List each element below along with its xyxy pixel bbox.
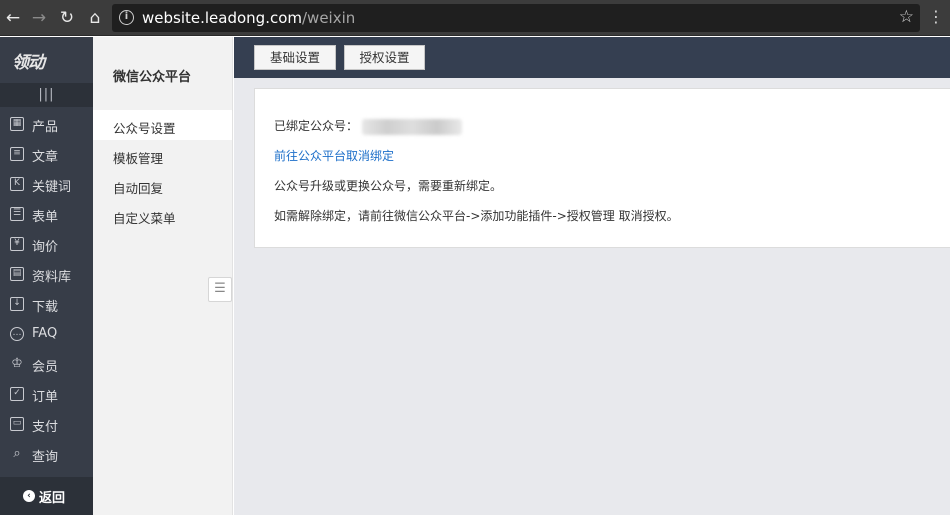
library-icon: ▤ [10,267,24,281]
member-icon: ♔ [11,356,23,371]
fold-panel-icon[interactable]: ☰ [208,277,232,302]
bound-account-row: 已绑定公众号： [274,117,463,135]
quote-icon: ¥ [10,237,24,251]
site-info-icon[interactable]: i [119,10,134,25]
article-icon: ≡ [10,147,24,161]
sidebar-item-label: 支付 [32,420,59,435]
sidebar-collapse-toggle[interactable]: ||| [0,83,93,107]
sidebar-item-label: 表单 [32,210,59,225]
tab-basic-settings[interactable]: 基础设置 [254,45,336,70]
reload-icon[interactable]: ↻ [56,7,78,29]
sidebar-item-label: 下载 [32,300,59,315]
sidebar-item-label: 询价 [32,240,59,255]
tab-authorization-settings[interactable]: 授权设置 [344,45,425,70]
unbind-instruction: 如需解除绑定，请前往微信公众平台->添加功能插件->授权管理 取消授权。 [274,209,679,223]
sidebar-item-forms[interactable]: ☰ 表单 [0,199,93,229]
sidebar-item-label: 文章 [32,150,59,165]
sidebar-item-label: 产品 [32,120,59,135]
sidebar-item-faq[interactable]: … FAQ [0,319,93,349]
bound-account-label: 已绑定公众号： [274,119,359,133]
main-sidebar: 领动 ||| ▦ 产品 ≡ 文章 K 关键词 ☰ 表单 ¥ 询价 ▤ 资料库 ↓… [0,37,93,515]
sidebar-item-label: FAQ [32,326,58,341]
sidebar-item-library[interactable]: ▤ 资料库 [0,259,93,289]
chevron-left-icon: ‹ [23,490,35,502]
form-icon: ☰ [10,207,24,221]
subnav-item-auto-reply[interactable]: 自动回复 [93,170,232,200]
sidebar-item-payment[interactable]: ▭ 支付 [0,409,93,439]
search-icon: ⌕ [13,446,21,461]
keyword-icon: K [10,177,24,191]
sidebar-item-label: 资料库 [32,270,72,285]
section-title: 微信公众平台 [113,70,192,85]
payment-icon: ▭ [10,417,24,431]
address-bar[interactable]: i website.leadong.com/weixin ☆ [112,4,920,32]
forward-arrow-icon[interactable]: → [28,7,50,29]
url-text[interactable]: website.leadong.com/weixin [142,9,355,27]
download-icon: ↓ [10,297,24,311]
unbind-link[interactable]: 前往公众平台取消绑定 [274,147,394,164]
subnav-item-label: 公众号设置 [113,121,176,136]
brand-logo[interactable]: 领动 [12,48,45,73]
url-host: website.leadong.com [142,9,302,27]
sidebar-item-query[interactable]: ⌕ 查询 [0,439,93,469]
subnav-item-template-management[interactable]: 模板管理 [93,140,232,170]
home-icon[interactable]: ⌂ [84,7,106,29]
sidebar-item-keywords[interactable]: K 关键词 [0,169,93,199]
subnav-item-label: 自定义菜单 [113,211,176,226]
sidebar-item-label: 会员 [32,360,59,375]
faq-icon: … [10,327,24,341]
subnav-item-label: 自动回复 [113,181,164,196]
binding-info-panel: 已绑定公众号： 前往公众平台取消绑定 公众号升级或更换公众号，需要重新绑定。 如… [254,88,950,248]
sidebar-item-label: 关键词 [32,180,72,195]
bookmark-star-icon[interactable]: ☆ [899,7,914,27]
sidebar-item-articles[interactable]: ≡ 文章 [0,139,93,169]
sidebar-item-downloads[interactable]: ↓ 下载 [0,289,93,319]
subnav-item-account-settings[interactable]: 公众号设置 [93,110,232,140]
sidebar-item-orders[interactable]: ✓ 订单 [0,379,93,409]
secondary-sidebar: 微信公众平台 公众号设置 模板管理 自动回复 自定义菜单 ☰ [93,37,233,515]
sidebar-item-label: 订单 [32,390,59,405]
sidebar-item-members[interactable]: ♔ 会员 [0,349,93,379]
grid-icon: ▦ [10,117,24,131]
rebind-notice: 公众号升级或更换公众号，需要重新绑定。 [274,179,503,193]
browser-menu-icon[interactable]: ⋮ [928,8,944,26]
back-label: 返回 [39,491,66,506]
sidebar-item-products[interactable]: ▦ 产品 [0,109,93,139]
back-arrow-icon[interactable]: ← [2,7,24,29]
redacted-account-id [362,118,463,135]
order-icon: ✓ [10,387,24,401]
browser-toolbar: ← → ↻ ⌂ i website.leadong.com/weixin ☆ ⋮ [0,0,950,36]
back-button[interactable]: ‹ 返回 [0,477,93,515]
url-path: /weixin [302,9,356,27]
subnav-item-label: 模板管理 [113,151,164,166]
settings-tab-bar: 基础设置 授权设置 [234,37,950,78]
main-content: 基础设置 授权设置 已绑定公众号： 前往公众平台取消绑定 公众号升级或更换公众号… [234,37,950,515]
subnav-item-custom-menu[interactable]: 自定义菜单 [93,200,232,230]
sidebar-item-label: 查询 [32,450,59,465]
sidebar-item-quotes[interactable]: ¥ 询价 [0,229,93,259]
